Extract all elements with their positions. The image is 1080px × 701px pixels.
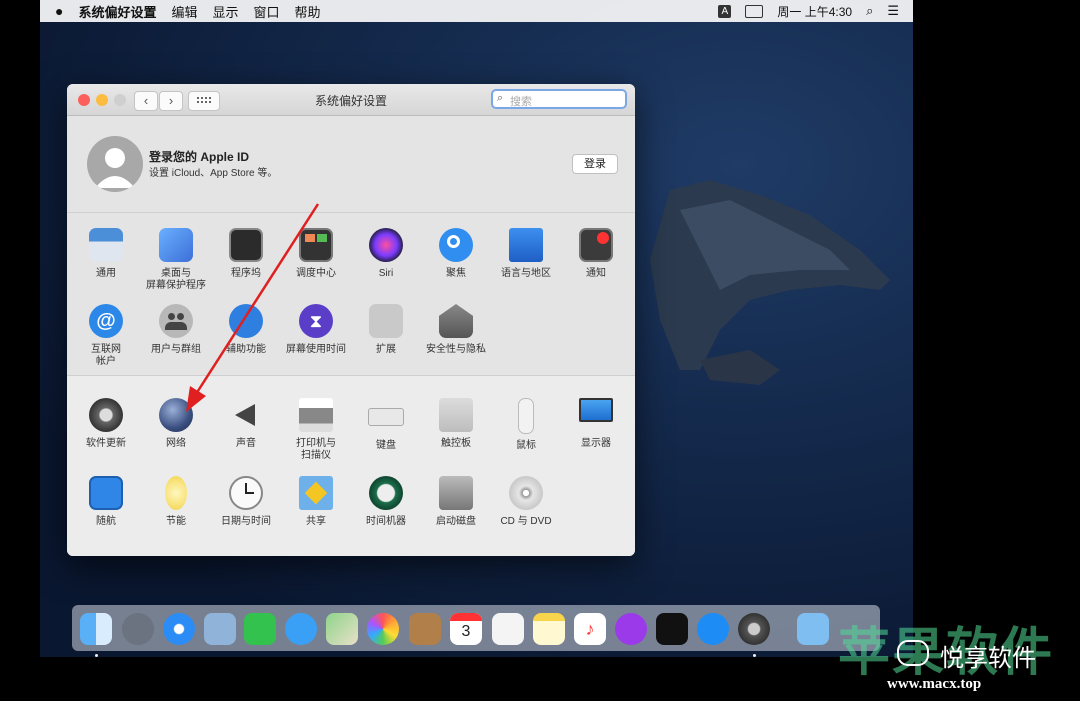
launchpad-icon[interactable] xyxy=(122,613,154,645)
messages-icon[interactable] xyxy=(285,613,317,645)
podcasts-icon[interactable] xyxy=(615,613,647,645)
dock: 3 ♪ xyxy=(72,605,880,657)
running-indicator xyxy=(95,654,98,657)
reminders-icon[interactable] xyxy=(492,613,524,645)
notes-icon[interactable] xyxy=(533,613,565,645)
red-arrow-annotation xyxy=(186,203,320,412)
wechat-icon xyxy=(897,640,929,666)
running-indicator xyxy=(753,654,756,657)
maps-icon[interactable] xyxy=(326,613,358,645)
system-preferences-icon[interactable] xyxy=(738,613,770,645)
apple-tv-icon[interactable] xyxy=(656,613,688,645)
music-icon[interactable]: ♪ xyxy=(574,613,606,645)
facetime-icon[interactable] xyxy=(244,613,276,645)
watermark-url: www.macx.top xyxy=(887,676,982,692)
photos-icon[interactable] xyxy=(367,613,399,645)
safari-icon[interactable] xyxy=(163,613,195,645)
photo-preview-icon[interactable] xyxy=(204,613,236,645)
contacts-icon[interactable] xyxy=(409,613,441,645)
calendar-day: 3 xyxy=(461,623,471,640)
finder-icon[interactable] xyxy=(80,613,112,645)
calendar-icon[interactable]: 3 xyxy=(450,613,482,645)
downloads-folder-icon[interactable] xyxy=(797,613,829,645)
app-store-icon[interactable] xyxy=(697,613,729,645)
watermark-name: 悦享软件 xyxy=(940,645,1036,672)
